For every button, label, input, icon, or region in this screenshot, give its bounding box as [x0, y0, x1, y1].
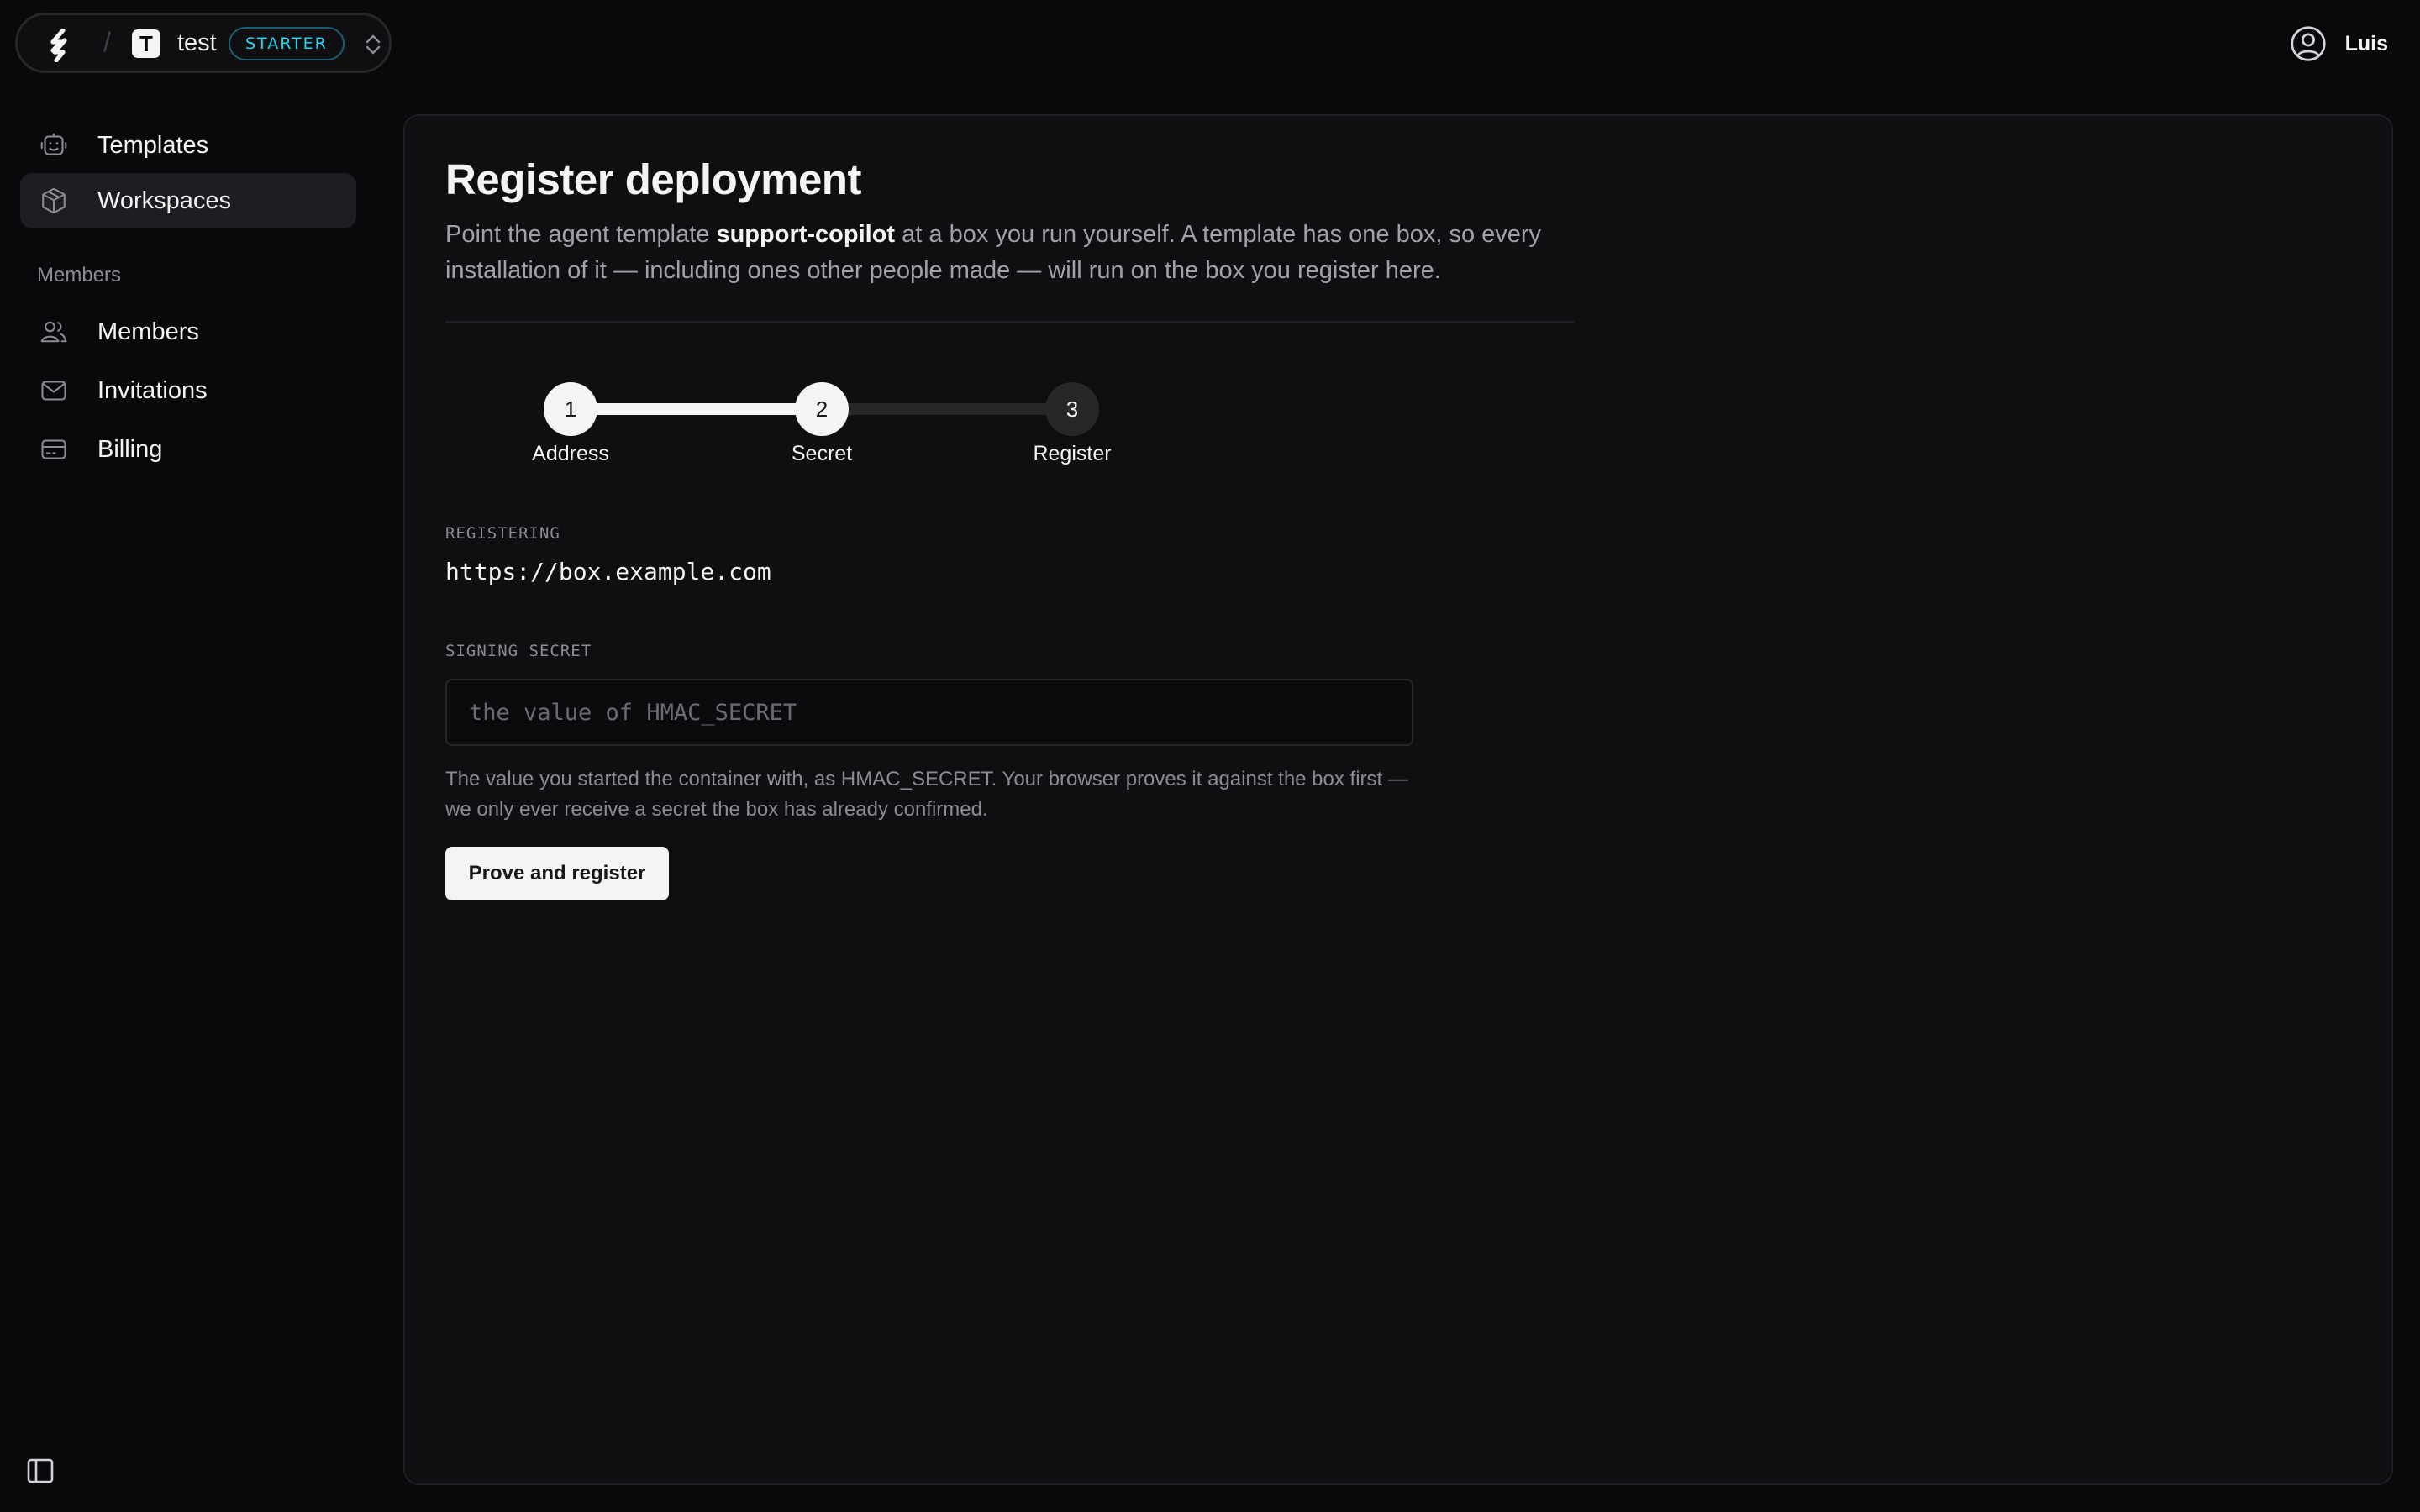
step-3-label: Register	[1033, 442, 1112, 465]
user-name: Luis	[2344, 31, 2388, 55]
cube-icon	[42, 187, 66, 214]
step-2-indicator: 2	[795, 382, 849, 436]
sidebar-item-label: Invitations	[97, 376, 208, 404]
users-icon	[40, 321, 67, 343]
description-text: Point the agent template	[445, 221, 717, 248]
sidebar-item-members[interactable]: Members	[20, 304, 356, 360]
user-menu[interactable]: Luis	[2290, 25, 2388, 62]
sidebar-section-title: Members	[37, 264, 122, 286]
step-3-indicator: 3	[1045, 382, 1099, 436]
sidebar-item-invitations[interactable]: Invitations	[20, 363, 356, 418]
signing-secret-input[interactable]	[445, 679, 1413, 746]
signing-secret-label: SIGNING SECRET	[445, 642, 592, 660]
page-description: Point the agent template support-copilot…	[445, 217, 1588, 289]
mail-icon	[41, 381, 66, 401]
plan-badge: STARTER	[229, 27, 345, 60]
signing-secret-help: The value you started the container with…	[445, 768, 1408, 821]
step-1-indicator: 1	[544, 382, 597, 436]
sidebar-item-label: Members	[97, 318, 199, 345]
user-circle-icon	[2290, 26, 2326, 61]
sidebar-item-templates[interactable]: Templates	[20, 118, 356, 173]
workspace-avatar: T	[132, 29, 160, 58]
sidebar-item-workspaces[interactable]: Workspaces	[20, 173, 356, 228]
template-name: support-copilot	[716, 221, 896, 248]
step-connector-pending	[822, 403, 1074, 415]
step-2-label: Secret	[791, 442, 853, 465]
robot-icon	[40, 133, 67, 155]
sidebar-item-label: Workspaces	[97, 186, 232, 214]
chevron-up-down-icon[interactable]	[364, 34, 382, 55]
registering-url: https://box.example.com	[445, 558, 771, 585]
step-connector-complete	[570, 403, 822, 415]
app-logo-icon[interactable]	[48, 29, 76, 62]
sidebar-item-label: Templates	[97, 131, 209, 159]
step-1-label: Address	[532, 442, 609, 465]
card-icon	[41, 439, 66, 459]
workspace-switcher[interactable]: / T test STARTER	[15, 13, 392, 73]
page-title: Register deployment	[445, 155, 861, 203]
workspace-name: test	[177, 29, 217, 56]
breadcrumb-separator: /	[103, 27, 111, 57]
sidebar-toggle-icon[interactable]	[27, 1458, 54, 1483]
divider	[445, 321, 1575, 323]
sidebar-item-billing[interactable]: Billing	[20, 422, 356, 477]
sidebar-item-label: Billing	[97, 435, 163, 463]
registering-label: REGISTERING	[445, 524, 560, 543]
prove-and-register-button[interactable]: Prove and register	[445, 847, 669, 900]
